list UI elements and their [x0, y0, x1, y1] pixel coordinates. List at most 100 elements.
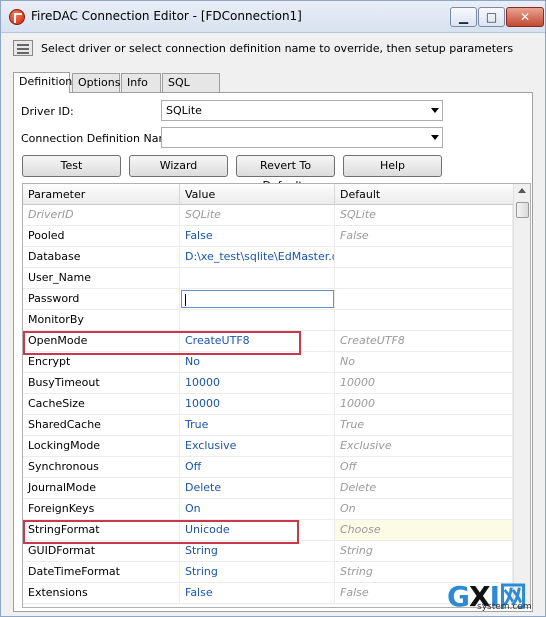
- wizard-button[interactable]: Wizard: [129, 155, 228, 177]
- table-row[interactable]: OpenMode CreateUTF8 CreateUTF8: [23, 331, 513, 352]
- gxi-watermark-logo: GXI网 system.com: [447, 575, 543, 613]
- value-cell[interactable]: No: [180, 352, 335, 372]
- vertical-scrollbar[interactable]: [513, 184, 530, 607]
- param-cell: MonitorBy: [23, 310, 180, 330]
- param-cell: GUIDFormat: [23, 541, 180, 561]
- header-value[interactable]: Value: [180, 184, 335, 205]
- header-default[interactable]: Default: [335, 184, 513, 205]
- driver-id-combobox[interactable]: SQLite: [161, 100, 443, 121]
- table-row[interactable]: Extensions False False: [23, 583, 513, 604]
- header-parameter[interactable]: Parameter: [23, 184, 180, 205]
- table-row[interactable]: JournalMode Delete Delete: [23, 478, 513, 499]
- value-cell[interactable]: [180, 310, 335, 330]
- value-cell[interactable]: 10000: [180, 394, 335, 414]
- table-row[interactable]: Database D:\xe_test\sqlite\EdMaster.db: [23, 247, 513, 268]
- connection-list-icon: [13, 40, 33, 56]
- firedac-app-icon: [9, 9, 25, 25]
- param-cell: Extensions: [23, 583, 180, 603]
- value-cell[interactable]: SQLite: [180, 205, 335, 225]
- value-cell[interactable]: On: [180, 499, 335, 519]
- table-row[interactable]: GUIDFormat String String: [23, 541, 513, 562]
- default-cell: 10000: [335, 373, 513, 393]
- tab-options[interactable]: Options: [72, 73, 120, 92]
- param-cell: ForeignKeys: [23, 499, 180, 519]
- grid-rows: DriverID SQLite SQLite Pooled False Fals…: [23, 205, 513, 604]
- value-cell[interactable]: 10000: [180, 373, 335, 393]
- param-cell: LockingMode: [23, 436, 180, 456]
- table-row[interactable]: DriverID SQLite SQLite: [23, 205, 513, 226]
- value-cell[interactable]: [180, 268, 335, 288]
- maximize-button[interactable]: □: [478, 7, 505, 27]
- default-cell: Exclusive: [335, 436, 513, 456]
- revert-to-defaults-button[interactable]: Revert To Defaults: [236, 155, 335, 192]
- scroll-up-arrow-icon[interactable]: [518, 188, 526, 193]
- default-cell: [335, 268, 513, 288]
- param-cell: Synchronous: [23, 457, 180, 477]
- test-button[interactable]: Test: [22, 155, 121, 177]
- default-cell: [335, 247, 513, 267]
- default-cell: False: [335, 226, 513, 246]
- value-cell[interactable]: False: [180, 226, 335, 246]
- tab-definition[interactable]: Definition: [13, 72, 72, 93]
- value-cell[interactable]: CreateUTF8: [180, 331, 335, 351]
- default-cell: 10000: [335, 394, 513, 414]
- table-row[interactable]: Synchronous Off Off: [23, 457, 513, 478]
- default-cell: Delete: [335, 478, 513, 498]
- param-cell: Password: [23, 289, 180, 309]
- instruction-banner: Select driver or select connection defin…: [1, 34, 545, 64]
- param-cell: JournalMode: [23, 478, 180, 498]
- value-cell[interactable]: Delete: [180, 478, 335, 498]
- chevron-down-icon[interactable]: [431, 135, 439, 140]
- value-cell[interactable]: Unicode: [180, 520, 335, 540]
- tab-sql-script[interactable]: SQL Script: [162, 73, 220, 106]
- close-button[interactable]: ✕: [506, 7, 544, 27]
- param-cell: OpenMode: [23, 331, 180, 351]
- value-cell[interactable]: String: [180, 562, 335, 582]
- text-caret: [185, 294, 186, 306]
- table-row[interactable]: StringFormat Unicode Choose: [23, 520, 513, 541]
- watermark-sub: system.com: [477, 602, 532, 612]
- param-cell: DriverID: [23, 205, 180, 225]
- value-cell[interactable]: Off: [180, 457, 335, 477]
- table-row[interactable]: CacheSize 10000 10000: [23, 394, 513, 415]
- driver-id-value: SQLite: [166, 104, 202, 117]
- table-row[interactable]: ForeignKeys On On: [23, 499, 513, 520]
- default-cell: [335, 310, 513, 330]
- table-row[interactable]: LockingMode Exclusive Exclusive: [23, 436, 513, 457]
- value-cell[interactable]: Exclusive: [180, 436, 335, 456]
- password-edit-cell[interactable]: [180, 289, 335, 309]
- param-cell: BusyTimeout: [23, 373, 180, 393]
- scrollbar-thumb[interactable]: [516, 202, 529, 218]
- minimize-button[interactable]: ▁: [450, 7, 477, 27]
- table-row[interactable]: Encrypt No No: [23, 352, 513, 373]
- table-row[interactable]: BusyTimeout 10000 10000: [23, 373, 513, 394]
- default-cell: CreateUTF8: [335, 331, 513, 351]
- table-row[interactable]: Pooled False False: [23, 226, 513, 247]
- title-bar: FireDAC Connection Editor - [FDConnectio…: [1, 1, 545, 33]
- value-cell[interactable]: False: [180, 583, 335, 603]
- value-cell[interactable]: D:\xe_test\sqlite\EdMaster.db: [180, 247, 335, 267]
- tab-info[interactable]: Info: [121, 73, 161, 92]
- param-cell: Database: [23, 247, 180, 267]
- default-cell: True: [335, 415, 513, 435]
- table-row[interactable]: SharedCache True True: [23, 415, 513, 436]
- param-cell: User_Name: [23, 268, 180, 288]
- chevron-down-icon[interactable]: [431, 108, 439, 113]
- password-input[interactable]: [181, 290, 334, 308]
- parameters-grid: Parameter Value Default DriverID SQLite …: [22, 183, 531, 608]
- value-cell[interactable]: String: [180, 541, 335, 561]
- connection-definition-name-combobox[interactable]: [161, 127, 443, 148]
- param-cell: DateTimeFormat: [23, 562, 180, 582]
- table-row[interactable]: MonitorBy: [23, 310, 513, 331]
- driver-id-label: Driver ID:: [21, 105, 74, 118]
- table-row[interactable]: Password: [23, 289, 513, 310]
- value-cell[interactable]: True: [180, 415, 335, 435]
- table-row[interactable]: User_Name: [23, 268, 513, 289]
- grid-header: Parameter Value Default: [23, 184, 513, 205]
- default-cell: On: [335, 499, 513, 519]
- param-cell: Pooled: [23, 226, 180, 246]
- table-row[interactable]: DateTimeFormat String String: [23, 562, 513, 583]
- help-button[interactable]: Help: [343, 155, 442, 177]
- window-title: FireDAC Connection Editor - [FDConnectio…: [31, 9, 302, 23]
- param-cell: StringFormat: [23, 520, 180, 540]
